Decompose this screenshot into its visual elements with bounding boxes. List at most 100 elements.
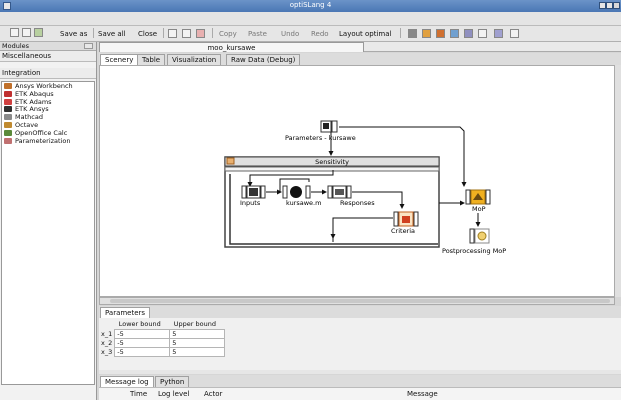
workflow-diagram: Parameters - kursawe Sensitivity Inputs — [224, 120, 506, 255]
integration-item-label: ETK Ansys — [15, 105, 49, 114]
window-title-bar: optiSLang 4 — [0, 0, 621, 12]
mop-label: MoP — [472, 205, 486, 213]
openoffice-calc-icon — [4, 129, 12, 136]
table-row[interactable]: x_1 -5 5 — [99, 329, 226, 339]
modules-header: Modules — [0, 42, 96, 51]
paste-button[interactable]: Paste — [248, 30, 267, 38]
responses-label: Responses — [340, 199, 375, 207]
window-title: optiSLang 4 — [289, 1, 332, 9]
minimize-button[interactable] — [599, 2, 606, 9]
editor-tab-bar: moo_kursawe — [99, 42, 621, 52]
maximize-button[interactable] — [606, 2, 613, 9]
settings-icon[interactable] — [478, 29, 487, 38]
tab-python[interactable]: Python — [155, 376, 190, 387]
tab-parameters[interactable]: Parameters — [100, 307, 151, 318]
tab-visualization[interactable]: Visualization — [167, 54, 222, 65]
etk-adams-icon — [4, 98, 12, 105]
modules-panel: Modules Miscellaneous Integration Ansys … — [0, 42, 97, 400]
integration-item[interactable]: Mathcad — [2, 113, 94, 121]
table-row[interactable]: x_2 -5 5 — [99, 338, 226, 348]
criteria-label: Criteria — [391, 227, 415, 235]
delete-icon[interactable] — [196, 29, 205, 38]
table-row[interactable]: x_3 -5 5 — [99, 347, 226, 357]
octave-icon — [4, 121, 12, 128]
integration-item[interactable]: Parameterization — [2, 137, 94, 145]
column-header[interactable]: Upper bound — [170, 319, 225, 330]
canvas-vertical-scrollbar[interactable] — [614, 65, 621, 297]
scrollbar-thumb[interactable] — [110, 299, 610, 303]
main-toolbar: Save as Save all Close Copy Paste Undo R… — [0, 26, 621, 42]
save-as-button[interactable]: Save as — [60, 30, 87, 38]
mop-node[interactable]: MoP — [465, 189, 491, 213]
integration-item-label: Octave — [15, 120, 39, 129]
integration-item[interactable]: Ansys Workbench — [2, 82, 94, 90]
save-all-button[interactable]: Save all — [98, 30, 126, 38]
integration-item-label: Parameterization — [15, 136, 71, 145]
chart-icon[interactable] — [494, 29, 503, 38]
script-label: kursawe.m — [286, 199, 321, 207]
parameters-tab-bar: Parameters — [99, 306, 621, 318]
integration-item[interactable]: OpenOffice Calc — [2, 129, 94, 137]
tab-raw-data-debug[interactable]: Raw Data (Debug) — [226, 54, 301, 65]
integration-item[interactable]: Octave — [2, 121, 94, 129]
integration-item-label: Mathcad — [15, 113, 43, 122]
integration-section[interactable]: Integration — [0, 68, 96, 79]
miscellaneous-section[interactable]: Miscellaneous — [0, 51, 96, 62]
tab-table[interactable]: Table — [137, 54, 166, 65]
parameters-node[interactable]: Parameters - kursawe — [285, 120, 356, 142]
integration-item-label: Ansys Workbench — [15, 82, 73, 90]
parameters-table: Lower bound Upper bound x_1 -5 5 x_2 -5 5 x_3-… — [99, 319, 226, 357]
new-project-icon[interactable] — [10, 28, 19, 37]
help-icon[interactable] — [510, 29, 519, 38]
layout-optimal-button[interactable]: Layout optimal — [339, 30, 392, 38]
copy-icon[interactable] — [182, 29, 191, 38]
panel-float-icon[interactable] — [84, 43, 93, 49]
table-cell[interactable]: -5 — [114, 347, 171, 357]
log-tab-bar: Message log Python — [99, 375, 621, 387]
integration-item[interactable]: ETK Adams — [2, 98, 94, 106]
editor-document-tab[interactable]: moo_kursawe — [99, 42, 364, 52]
optimization-icon[interactable] — [436, 29, 445, 38]
robustness-icon[interactable] — [450, 29, 459, 38]
integration-list: Ansys Workbench ETK Abaqus ETK Adams ETK An… — [1, 81, 95, 385]
table-corner — [99, 319, 115, 330]
editor-subtabs: Scenery Table Visualization Raw Data (Debug… — [99, 53, 621, 65]
modules-label: Modules — [2, 42, 30, 50]
tab-scenery[interactable]: Scenery — [100, 54, 139, 65]
wizard-icon[interactable] — [408, 29, 417, 38]
parameters-panel: Lower bound Upper bound x_1 -5 5 x_2 -5 5 x_3-… — [99, 318, 621, 370]
sensitivity-icon[interactable] — [422, 29, 431, 38]
log-column-message[interactable]: Message — [407, 390, 438, 398]
table-cell[interactable]: -5 — [114, 329, 171, 339]
criteria-node[interactable]: Criteria — [391, 211, 419, 235]
integration-item[interactable]: ETK Abaqus — [2, 90, 94, 98]
top-strip — [0, 12, 621, 26]
scenery-canvas[interactable]: Parameters - kursawe Sensitivity Inputs — [99, 65, 615, 297]
redo-button[interactable]: Redo — [311, 30, 329, 38]
save-icon[interactable] — [34, 28, 43, 37]
copy-button[interactable]: Copy — [219, 30, 237, 38]
postprocessing-node[interactable]: Postprocessing MoP — [442, 228, 506, 255]
close-button[interactable]: Close — [138, 30, 157, 38]
etk-ansys-icon — [4, 106, 12, 113]
parameterization-icon — [4, 137, 12, 144]
parameters-node-label: Parameters - kursawe — [285, 134, 356, 142]
table-cell[interactable]: 5 — [169, 329, 226, 339]
monitoring-icon[interactable] — [464, 29, 473, 38]
table-cell[interactable]: 5 — [169, 347, 226, 357]
column-header[interactable]: Lower bound — [115, 319, 170, 330]
table-cell[interactable]: -5 — [114, 338, 171, 348]
open-project-icon[interactable] — [22, 28, 31, 37]
log-column-level[interactable]: Log level — [158, 390, 189, 398]
ansys-workbench-icon — [4, 83, 12, 89]
log-column-actor[interactable]: Actor — [204, 390, 222, 398]
parameters-scrollbar[interactable] — [99, 370, 621, 374]
integration-item[interactable]: ETK Ansys — [2, 105, 94, 113]
log-column-time[interactable]: Time — [130, 390, 147, 398]
cut-icon[interactable] — [168, 29, 177, 38]
table-cell[interactable]: 5 — [169, 338, 226, 348]
close-window-button[interactable] — [613, 2, 620, 9]
undo-button[interactable]: Undo — [281, 30, 299, 38]
tab-message-log[interactable]: Message log — [100, 376, 154, 387]
canvas-horizontal-scrollbar[interactable] — [99, 297, 615, 305]
